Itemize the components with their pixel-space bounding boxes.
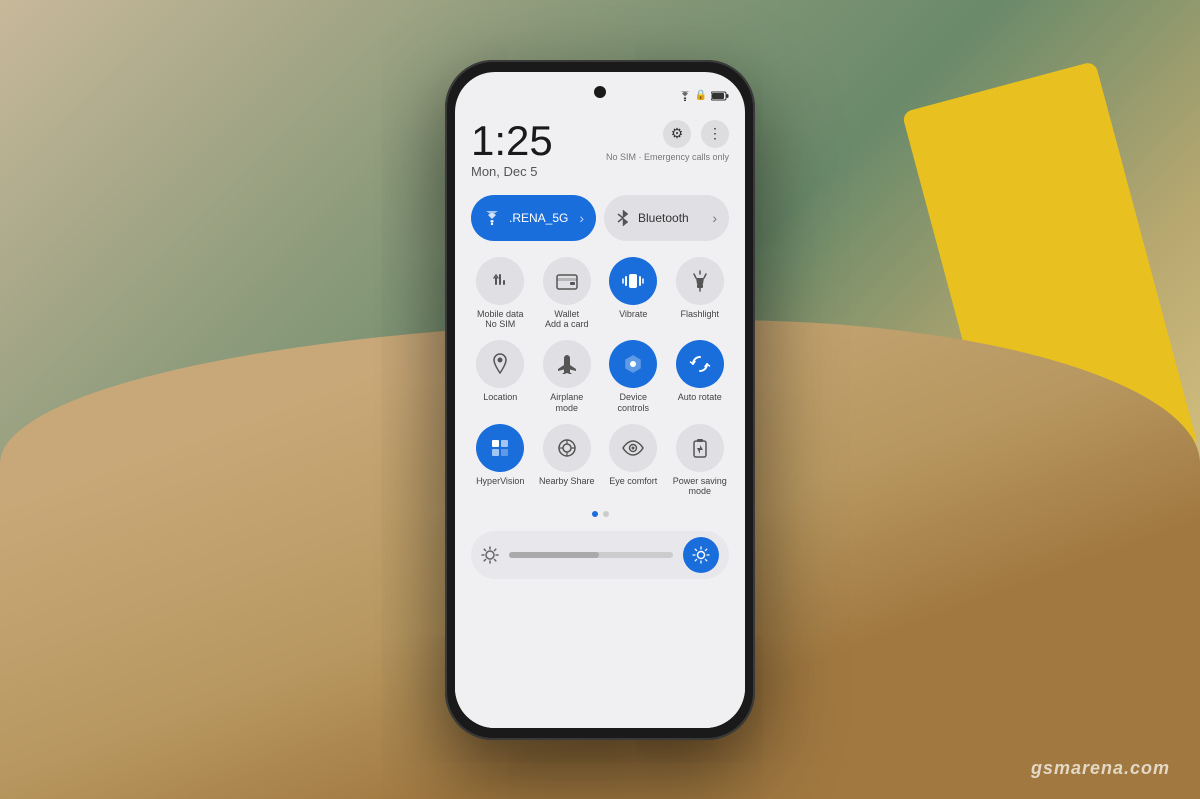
power-saving-label: Power savingmode: [673, 476, 727, 498]
tiles-grid: Mobile dataNo SIM WalletAdd a card: [471, 257, 729, 498]
lock-status-icon: 🔒: [695, 90, 707, 101]
tile-nearby-share[interactable]: Nearby Share: [538, 424, 597, 498]
time-left: 1:25 Mon, Dec 5: [471, 120, 553, 179]
mobile-data-icon-wrap: [476, 257, 524, 305]
phone-shell: 🔒 1:25 Mon, Dec 5: [445, 60, 755, 740]
time-controls: ⚙ ⋮: [663, 120, 729, 148]
nearby-share-label: Nearby Share: [539, 476, 595, 487]
qs-panel: 1:25 Mon, Dec 5 ⚙ ⋮ No SIM · Emergency c…: [455, 112, 745, 728]
tile-auto-rotate[interactable]: Auto rotate: [671, 340, 730, 414]
vibrate-icon-wrap: [609, 257, 657, 305]
wallet-label: WalletAdd a card: [545, 309, 589, 331]
bluetooth-toggle-arrow: ›: [712, 210, 717, 226]
auto-rotate-label: Auto rotate: [678, 392, 722, 403]
phone-screen: 🔒 1:25 Mon, Dec 5: [455, 72, 745, 728]
wifi-status-icon: [679, 91, 691, 101]
dot-2[interactable]: [603, 511, 609, 517]
hypervision-icon-wrap: [476, 424, 524, 472]
bluetooth-toggle-icon: [616, 209, 630, 227]
time-section: 1:25 Mon, Dec 5 ⚙ ⋮ No SIM · Emergency c…: [471, 112, 729, 179]
toggle-row: .RENA_5G › Bluetooth ›: [471, 195, 729, 241]
wifi-toggle-arrow: ›: [579, 210, 584, 226]
tile-device-controls[interactable]: Device controls: [604, 340, 663, 414]
dot-1[interactable]: [592, 511, 598, 517]
eye-comfort-icon-wrap: [609, 424, 657, 472]
brightness-slider[interactable]: [509, 552, 673, 558]
settings-button[interactable]: ⚙: [663, 120, 691, 148]
brightness-fill: [509, 552, 599, 558]
tile-location[interactable]: Location: [471, 340, 530, 414]
vibrate-label: Vibrate: [619, 309, 647, 320]
tile-mobile-data[interactable]: Mobile dataNo SIM: [471, 257, 530, 331]
wifi-toggle-label: .RENA_5G: [509, 211, 571, 225]
tile-hypervision[interactable]: HyperVision: [471, 424, 530, 498]
device-controls-label: Device controls: [604, 392, 663, 414]
flashlight-label: Flashlight: [680, 309, 719, 320]
location-label: Location: [483, 392, 517, 403]
wifi-toggle[interactable]: .RENA_5G ›: [471, 195, 596, 241]
hypervision-label: HyperVision: [476, 476, 524, 487]
tile-flashlight[interactable]: Flashlight: [671, 257, 730, 331]
more-button[interactable]: ⋮: [701, 120, 729, 148]
time-right: ⚙ ⋮ No SIM · Emergency calls only: [606, 120, 729, 162]
power-saving-icon-wrap: [676, 424, 724, 472]
location-icon-wrap: [476, 340, 524, 388]
eye-comfort-label: Eye comfort: [609, 476, 657, 487]
date-display: Mon, Dec 5: [471, 164, 553, 179]
airplane-icon-wrap: [543, 340, 591, 388]
watermark: gsmarena.com: [1031, 758, 1170, 779]
tile-power-saving[interactable]: Power savingmode: [671, 424, 730, 498]
brightness-row: [471, 531, 729, 579]
sim-status: No SIM · Emergency calls only: [606, 152, 729, 162]
brightness-settings-button[interactable]: [683, 537, 719, 573]
tile-eye-comfort[interactable]: Eye comfort: [604, 424, 663, 498]
wallet-icon-wrap: [543, 257, 591, 305]
status-icons: 🔒: [679, 90, 729, 101]
flashlight-icon-wrap: [676, 257, 724, 305]
pagination-dots: [471, 511, 729, 517]
brightness-low-icon: [481, 546, 499, 564]
auto-rotate-icon-wrap: [676, 340, 724, 388]
camera-hole: [594, 86, 606, 98]
tile-wallet[interactable]: WalletAdd a card: [538, 257, 597, 331]
wifi-toggle-icon: [483, 211, 501, 225]
battery-status-icon: [711, 91, 729, 101]
tile-vibrate[interactable]: Vibrate: [604, 257, 663, 331]
clock-display: 1:25: [471, 120, 553, 162]
airplane-label: Airplanemode: [550, 392, 583, 414]
bluetooth-toggle-label: Bluetooth: [638, 211, 704, 225]
device-controls-icon-wrap: [609, 340, 657, 388]
tile-airplane[interactable]: Airplanemode: [538, 340, 597, 414]
mobile-data-label: Mobile dataNo SIM: [477, 309, 524, 331]
nearby-share-icon-wrap: [543, 424, 591, 472]
bluetooth-toggle[interactable]: Bluetooth ›: [604, 195, 729, 241]
